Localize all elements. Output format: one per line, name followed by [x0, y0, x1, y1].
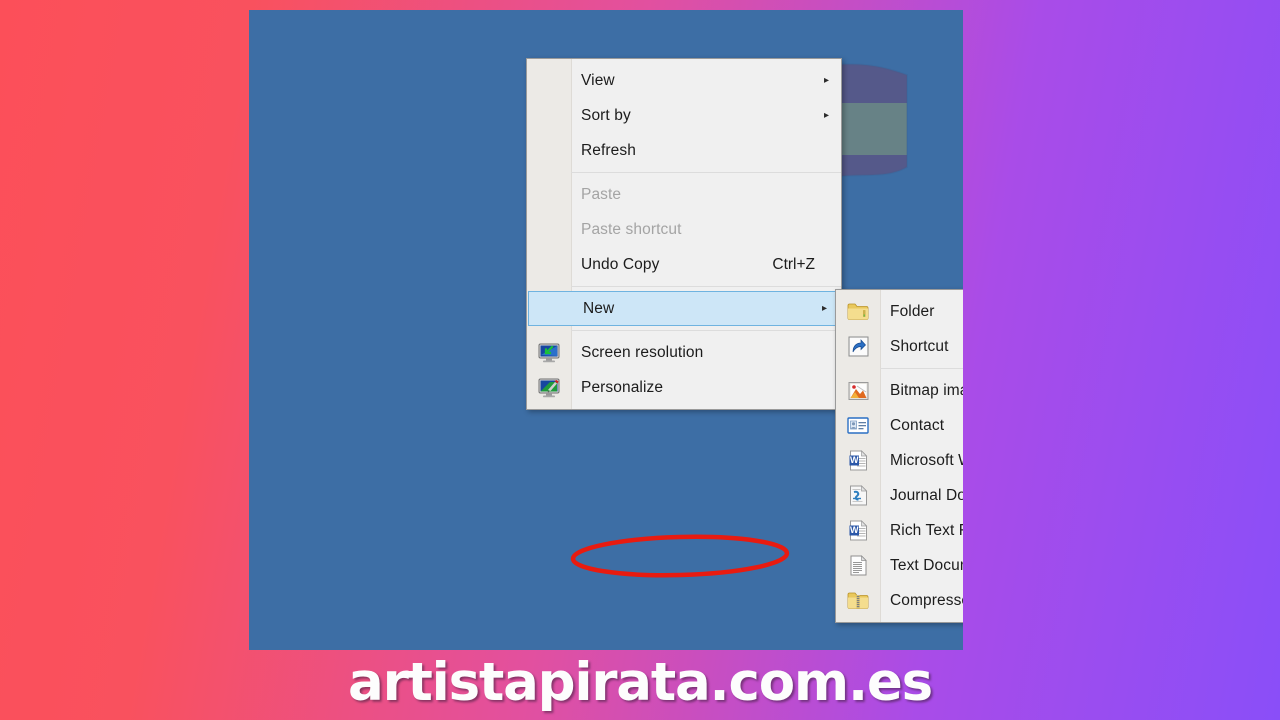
submenu-item-icon-slot: [836, 408, 880, 443]
submenu-item-rich-text-format[interactable]: W Rich Text Format: [836, 513, 963, 548]
menu-item-label: New: [583, 299, 615, 317]
shortcut-icon: [848, 336, 868, 357]
submenu-item-label: Journal Document: [890, 486, 963, 504]
submenu-item-microsoft-word-document[interactable]: W Microsoft Word Document: [836, 443, 963, 478]
submenu-separator: [880, 368, 963, 369]
svg-text:W: W: [849, 455, 858, 465]
menu-item-icon-slot: [527, 133, 571, 168]
journal-document-icon: [849, 485, 867, 506]
submenu-item-folder[interactable]: Folder: [836, 294, 963, 329]
menu-item-icon-slot: [527, 212, 571, 247]
menu-item-icon-slot: [527, 177, 571, 212]
menu-item-view[interactable]: View ▸: [527, 63, 841, 98]
menu-item-refresh[interactable]: Refresh: [527, 133, 841, 168]
menu-item-icon-slot: [527, 98, 571, 133]
folder-icon: [847, 303, 869, 320]
chevron-right-icon: ▸: [823, 109, 829, 121]
submenu-item-text-document[interactable]: Text Document: [836, 548, 963, 583]
contact-icon: [847, 417, 869, 434]
menu-item-new[interactable]: New ▸: [528, 291, 840, 326]
new-submenu[interactable]: Folder Shortcut Bitmap im Contact W Micr…: [835, 289, 963, 623]
menu-item-shortcut-key: Ctrl+Z: [772, 255, 815, 273]
monitor-resolution-icon: [538, 343, 560, 362]
submenu-item-icon-slot: [836, 294, 880, 329]
menu-item-personalize[interactable]: Personalize: [527, 370, 841, 405]
menu-item-label: Paste: [581, 185, 622, 203]
submenu-item-icon-slot: [836, 478, 880, 513]
menu-item-sort-by[interactable]: Sort by ▸: [527, 98, 841, 133]
submenu-item-label: Rich Text Format: [890, 521, 963, 539]
menu-item-paste: Paste: [527, 177, 841, 212]
submenu-item-label: Bitmap image: [890, 381, 963, 399]
watermark-text: artistapirata.com.es: [348, 652, 933, 713]
chevron-right-icon: ▸: [823, 74, 829, 86]
menu-item-label: Refresh: [581, 141, 636, 159]
submenu-item-bitmap-image[interactable]: Bitmap image: [836, 373, 963, 408]
submenu-item-icon-slot: [836, 373, 880, 408]
word-document-icon: W: [849, 450, 867, 471]
menu-item-icon-slot: [527, 370, 571, 405]
menu-item-icon-slot: [527, 335, 571, 370]
menu-separator: [571, 172, 841, 173]
desktop-background[interactable]: View ▸ Sort by ▸ Refresh Paste Paste sho…: [249, 10, 963, 650]
bitmap-image-icon: [848, 381, 868, 400]
menu-item-icon-slot: [527, 63, 571, 98]
submenu-item-label: Contact: [890, 416, 945, 434]
context-menu-list: View ▸ Sort by ▸ Refresh Paste Paste sho…: [527, 59, 841, 409]
menu-item-label: Sort by: [581, 106, 631, 124]
menu-separator: [571, 286, 841, 287]
menu-item-label: Paste shortcut: [581, 220, 682, 238]
submenu-item-icon-slot: W: [836, 513, 880, 548]
monitor-brush-icon: [538, 378, 560, 397]
text-document-icon: [850, 555, 867, 576]
submenu-item-icon-slot: [836, 329, 880, 364]
submenu-item-shortcut[interactable]: Shortcut: [836, 329, 963, 364]
submenu-item-compressed-zipped-folder[interactable]: Compressed (zipped) Folder: [836, 583, 963, 618]
menu-item-paste-shortcut: Paste shortcut: [527, 212, 841, 247]
menu-item-label: View: [581, 71, 615, 89]
submenu-item-icon-slot: [836, 548, 880, 583]
submenu-item-icon-slot: [836, 583, 880, 618]
submenu-item-icon-slot: W: [836, 443, 880, 478]
zipped-folder-icon: [847, 592, 869, 609]
svg-text:W: W: [849, 525, 858, 535]
submenu-item-label: Text Document: [890, 556, 963, 574]
chevron-right-icon: ▸: [821, 302, 827, 314]
submenu-item-label: Shortcut: [890, 337, 949, 355]
menu-separator: [571, 330, 841, 331]
new-submenu-list: Folder Shortcut Bitmap im Contact W Micr…: [836, 290, 963, 622]
submenu-item-journal-document[interactable]: Journal Document: [836, 478, 963, 513]
menu-item-label: Screen resolution: [581, 343, 704, 361]
menu-item-icon-slot: [527, 247, 571, 282]
submenu-item-label: Microsoft Word Document: [890, 451, 963, 469]
desktop-context-menu[interactable]: View ▸ Sort by ▸ Refresh Paste Paste sho…: [526, 58, 842, 410]
menu-item-icon-slot: [529, 291, 573, 326]
submenu-item-label: Folder: [890, 302, 935, 320]
menu-item-label: Undo Copy: [581, 255, 660, 273]
menu-item-undo-copy[interactable]: Undo Copy Ctrl+Z: [527, 247, 841, 282]
submenu-item-contact[interactable]: Contact: [836, 408, 963, 443]
submenu-item-label: Compressed (zipped) Folder: [890, 591, 963, 609]
rich-text-icon: W: [849, 520, 867, 541]
menu-item-label: Personalize: [581, 378, 664, 396]
menu-item-screen-resolution[interactable]: Screen resolution: [527, 335, 841, 370]
